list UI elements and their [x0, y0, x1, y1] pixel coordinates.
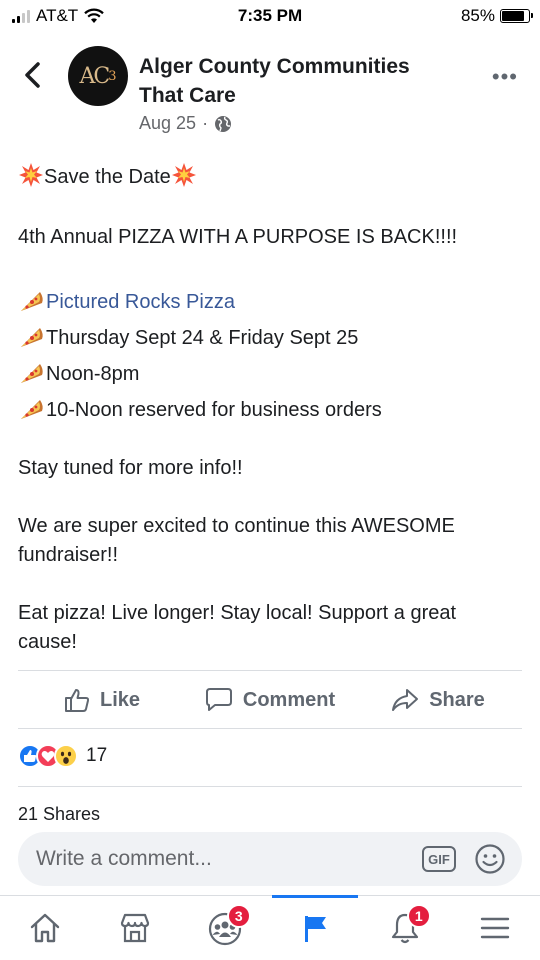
notifications-badge: 1 — [406, 904, 431, 928]
divider — [18, 728, 522, 729]
status-right: 85% — [460, 6, 533, 26]
pizza-emoji-icon — [21, 400, 43, 419]
share-icon — [392, 689, 419, 711]
tab-menu[interactable] — [450, 896, 540, 960]
bottom-tab-bar: 3 1 — [0, 895, 540, 960]
menu-icon — [480, 917, 510, 939]
share-button[interactable]: Share — [354, 672, 522, 728]
divider — [18, 670, 522, 671]
pizza-emoji-icon — [21, 292, 43, 311]
groups-badge: 3 — [226, 904, 251, 928]
collision-emoji-icon — [171, 163, 196, 187]
battery-percent: 85% — [460, 6, 495, 25]
avatar-monogram: AC — [79, 63, 110, 89]
action-bar: Like Comment Share — [18, 672, 522, 728]
comment-input[interactable]: Write a comment... GIF — [18, 832, 522, 886]
avatar-sub: 3 — [108, 68, 117, 84]
dates-text: Thursday Sept 24 & Friday Sept 25 — [46, 326, 359, 349]
battery-level — [502, 11, 525, 21]
gif-button[interactable]: GIF — [422, 846, 456, 872]
hours-text: Noon-8pm — [46, 362, 140, 385]
status-bar: AT&T 7:35 PM 85% — [0, 0, 540, 34]
page-name[interactable]: Alger County Communities That Care — [139, 52, 459, 110]
stay-tuned-text: Stay tuned for more info!! — [18, 457, 243, 479]
share-label: Share — [429, 688, 485, 711]
marketplace-icon — [120, 913, 150, 943]
back-button[interactable] — [20, 60, 46, 90]
excited-text: We are super excited to continue this AW… — [18, 515, 455, 566]
comment-label: Comment — [242, 688, 336, 711]
comment-placeholder: Write a comment... — [36, 847, 212, 870]
save-the-date-text: Save the Date — [44, 166, 171, 188]
tab-groups[interactable]: 3 — [180, 896, 270, 960]
pizza-emoji-icon — [21, 364, 43, 383]
location-link[interactable]: Pictured Rocks Pizza — [46, 288, 235, 317]
post-header: AC 3 Alger County Communities That Care A… — [0, 40, 540, 140]
comment-icon — [205, 688, 232, 711]
post-body: Save the Date 4th Annual PIZZA WITH A PU… — [18, 162, 518, 657]
thumbs-up-icon — [64, 689, 90, 712]
clock: 7:35 PM — [237, 6, 303, 25]
pizza-emoji-icon — [21, 328, 43, 347]
tab-marketplace[interactable] — [90, 896, 180, 960]
headline-text: 4th Annual PIZZA WITH A PURPOSE IS BACK!… — [18, 226, 458, 248]
location-line: Pictured Rocks Pizza — [18, 284, 518, 320]
globe-icon — [215, 115, 232, 132]
shares-count[interactable]: 21 Shares — [18, 804, 100, 825]
tab-pages[interactable] — [270, 895, 360, 960]
comment-button[interactable]: Comment — [186, 672, 354, 728]
battery-icon — [500, 9, 533, 23]
like-label: Like — [99, 688, 141, 711]
home-icon — [30, 913, 60, 943]
emoji-icon[interactable] — [474, 843, 506, 875]
collision-emoji-icon — [19, 163, 43, 187]
reaction-count: 17 — [86, 745, 108, 766]
reactions-summary[interactable]: 17 — [18, 744, 107, 768]
post-meta: Aug 25 · — [139, 113, 232, 134]
save-the-date-line: Save the Date — [18, 162, 518, 192]
dates-line: Thursday Sept 24 & Friday Sept 25 — [18, 320, 518, 356]
flag-icon — [305, 916, 326, 942]
tab-notifications[interactable]: 1 — [360, 896, 450, 960]
like-button[interactable]: Like — [18, 672, 186, 728]
meta-separator: · — [202, 113, 209, 133]
divider — [18, 786, 522, 787]
business-line: 10-Noon reserved for business orders — [18, 392, 518, 428]
page-avatar[interactable]: AC 3 — [68, 46, 128, 106]
chevron-left-icon — [25, 62, 40, 88]
tab-home[interactable] — [0, 896, 90, 960]
hours-line: Noon-8pm — [18, 356, 518, 392]
business-text: 10-Noon reserved for business orders — [46, 398, 382, 421]
more-options-icon[interactable]: ••• — [492, 64, 518, 90]
closing-text: Eat pizza! Live longer! Stay local! Supp… — [18, 602, 457, 653]
post-date[interactable]: Aug 25 — [139, 113, 196, 134]
wow-reaction-icon — [54, 744, 78, 768]
